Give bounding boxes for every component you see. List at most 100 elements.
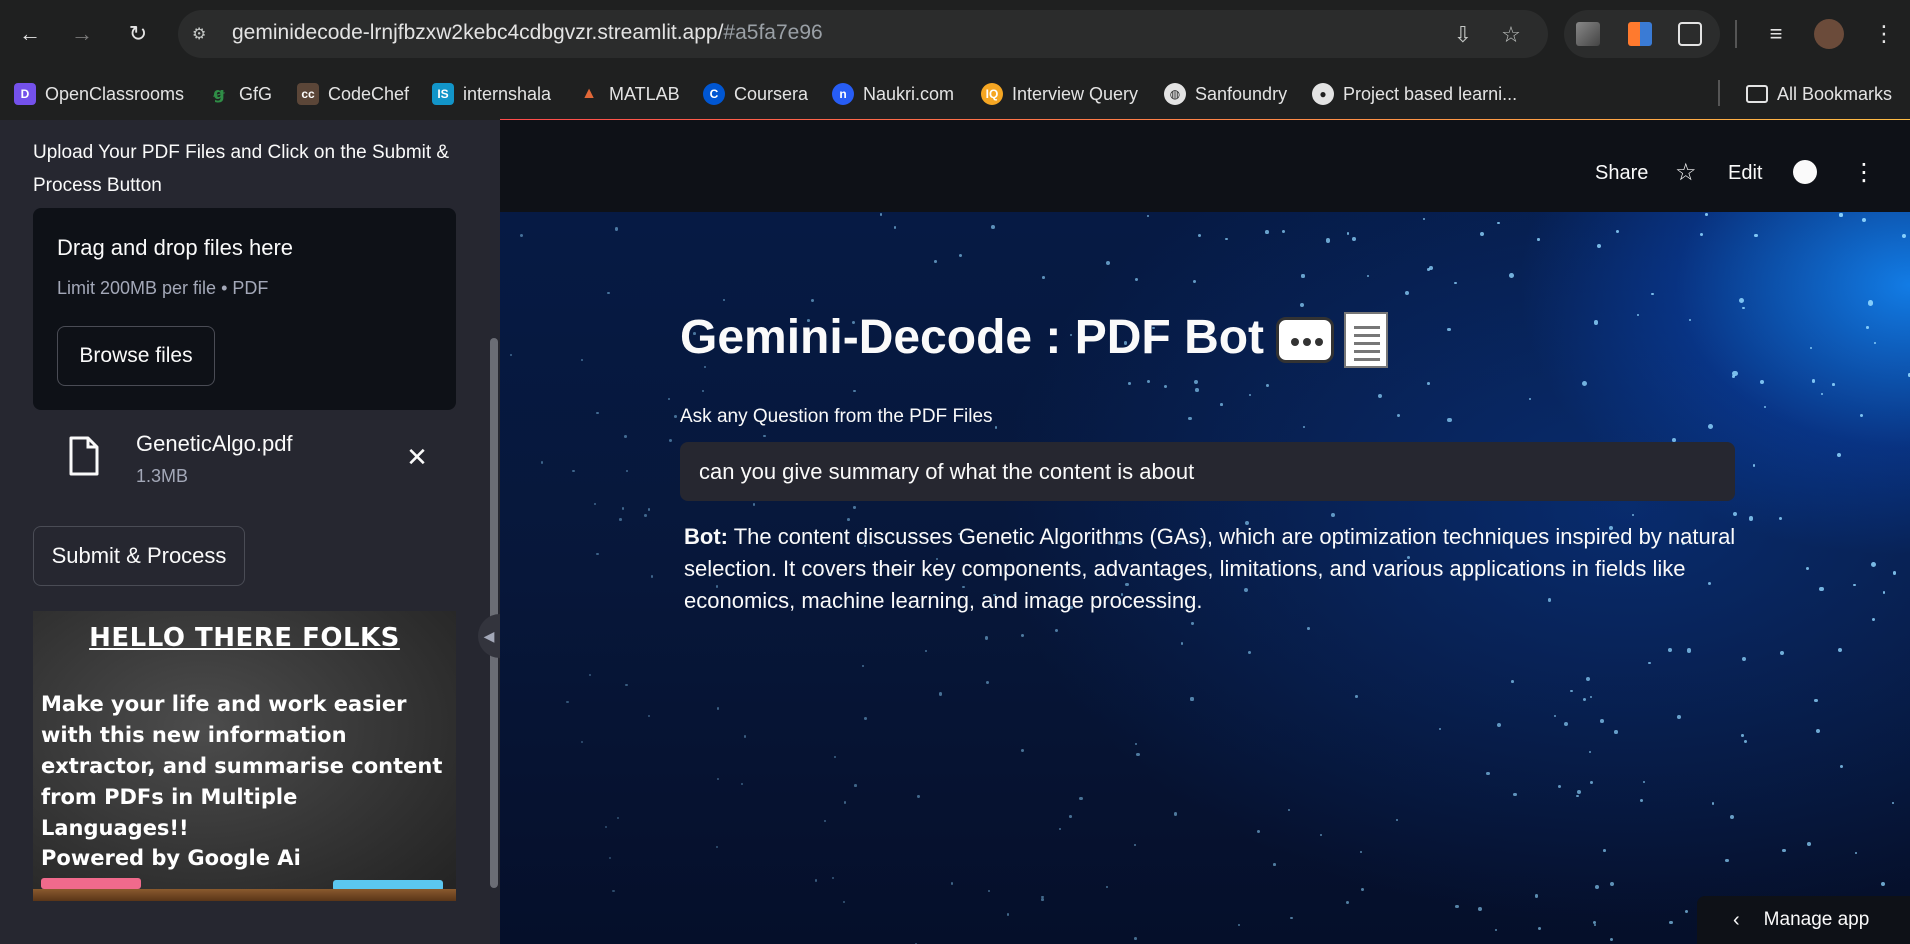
particle-dot	[1479, 231, 1485, 237]
extensions-puzzle-icon[interactable]	[1678, 22, 1702, 46]
particle-dot	[1287, 808, 1291, 812]
particle-dot	[1273, 863, 1276, 866]
extension-icon[interactable]	[1576, 22, 1600, 46]
url-hash: #a5fa7e96	[723, 21, 823, 44]
bookmark-codechef[interactable]: cc CodeChef	[297, 82, 409, 106]
particle-dot	[843, 801, 847, 804]
reload-icon[interactable]: ↻	[122, 18, 154, 50]
particle-dot	[1742, 306, 1745, 310]
bookmark-label: Sanfoundry	[1195, 83, 1288, 104]
particle-dot	[616, 816, 620, 819]
particle-dot	[752, 503, 756, 507]
particle-dot	[1871, 562, 1877, 568]
profile-avatar[interactable]	[1814, 19, 1844, 49]
media-controls-icon[interactable]: ≡	[1760, 18, 1792, 50]
particle-dot	[1054, 628, 1059, 633]
bookmark-interview-query[interactable]: IQ Interview Query	[981, 82, 1138, 106]
particle-dot	[1820, 392, 1823, 396]
particle-dot	[1134, 936, 1137, 940]
bookmark-label: Project based learni...	[1343, 83, 1518, 104]
extension-icon[interactable]	[1628, 22, 1652, 46]
bookmark-internshala[interactable]: IS internshala	[432, 82, 551, 106]
particle-dot	[1163, 384, 1167, 388]
submit-process-button[interactable]: Submit & Process	[33, 526, 245, 586]
share-button[interactable]: Share	[1595, 162, 1648, 185]
banner-powered-by: Powered by Google Ai	[41, 846, 301, 870]
particle-dot	[1588, 751, 1591, 754]
particle-dot	[1853, 583, 1856, 587]
github-icon[interactable]	[1793, 160, 1817, 184]
install-app-icon[interactable]: ⇩	[1450, 22, 1476, 48]
bookmark-star-icon[interactable]: ☆	[1498, 22, 1524, 48]
edit-button[interactable]: Edit	[1728, 162, 1762, 185]
particle-dot	[1779, 650, 1785, 656]
file-dropzone[interactable]: Drag and drop files here Limit 200MB per…	[33, 208, 456, 410]
manage-app-button[interactable]: ‹ Manage app	[1697, 896, 1910, 944]
interview-query-icon: IQ	[981, 83, 1003, 105]
bookmark-openclassrooms[interactable]: D OpenClassrooms	[14, 82, 184, 106]
particle-dot	[1614, 730, 1618, 734]
browser-menu-icon[interactable]: ⋮	[1868, 18, 1900, 50]
particle-dot	[619, 518, 622, 521]
particle-dot	[917, 795, 920, 798]
particle-dot	[1281, 229, 1285, 233]
app-menu-icon[interactable]: ⋮	[1852, 158, 1876, 187]
particle-dot	[1732, 375, 1735, 379]
bookmark-gfg[interactable]: ꞡ GfG	[208, 82, 272, 106]
dropzone-limit: Limit 200MB per file • PDF	[57, 278, 269, 298]
uploaded-file-size: 1.3MB	[136, 466, 189, 486]
particle-dot	[1405, 290, 1409, 295]
site-settings-icon[interactable]: ⚙	[192, 24, 216, 44]
particle-dot	[607, 292, 610, 295]
forward-arrow-icon[interactable]: →	[66, 18, 98, 50]
particle-dot	[1639, 799, 1643, 803]
particle-dot	[1676, 714, 1681, 719]
particle-dot	[854, 783, 857, 787]
particle-dot	[1553, 714, 1556, 717]
remove-file-close-icon[interactable]: ✕	[404, 442, 430, 473]
particle-dot	[608, 856, 611, 859]
bookmark-project-based-learning[interactable]: ● Project based learni...	[1312, 82, 1517, 106]
particle-dot	[1247, 650, 1251, 654]
particle-dot	[1576, 794, 1579, 797]
particle-dot	[1128, 382, 1132, 385]
collapse-sidebar-icon[interactable]: ◀	[478, 614, 500, 658]
particle-dot	[934, 260, 938, 264]
bookmark-sanfoundry[interactable]: ◍ Sanfoundry	[1164, 82, 1287, 106]
particle-dot	[1893, 571, 1897, 575]
particle-dot	[1610, 937, 1614, 941]
page-document-icon	[1344, 312, 1389, 369]
back-arrow-icon[interactable]: ←	[14, 18, 46, 50]
bookmark-label: Interview Query	[1012, 83, 1139, 104]
openclassrooms-icon: D	[14, 83, 36, 105]
bookmark-label: CodeChef	[328, 83, 410, 104]
particle-dot	[1146, 214, 1149, 217]
browse-files-button[interactable]: Browse files	[57, 326, 215, 386]
particle-dot	[716, 777, 719, 780]
particle-dot	[1447, 417, 1453, 423]
sidebar-scrollbar[interactable]	[490, 338, 498, 888]
bot-answer-text: The content discusses Genetic Algorithms…	[684, 524, 1736, 613]
url-text[interactable]: geminidecode-lrnjfbzxw2kebc4cdbgvzr.stre…	[232, 21, 823, 45]
particle-dot	[1135, 742, 1138, 745]
bookmark-naukri[interactable]: n Naukri.com	[832, 82, 954, 106]
particle-dot	[1882, 591, 1886, 594]
all-bookmarks[interactable]: All Bookmarks	[1746, 82, 1892, 106]
particle-dot	[702, 389, 705, 393]
star-icon[interactable]: ☆	[1675, 158, 1697, 187]
particle-dot	[596, 552, 599, 556]
file-icon	[69, 436, 99, 476]
particle-dot	[1020, 748, 1024, 752]
particle-dot	[717, 707, 720, 710]
bookmark-matlab[interactable]: ▲ MATLAB	[578, 82, 680, 106]
particle-dot	[831, 876, 834, 879]
question-input[interactable]	[680, 442, 1735, 501]
particle-dot	[1455, 904, 1459, 909]
particle-dot	[1763, 405, 1767, 409]
bookmark-coursera[interactable]: C Coursera	[703, 82, 808, 106]
particle-dot	[853, 389, 856, 392]
bookmark-label: Naukri.com	[863, 83, 955, 104]
particle-dot	[580, 740, 584, 743]
particle-dot	[1616, 229, 1620, 233]
address-bar[interactable]: ⚙ geminidecode-lrnjfbzxw2kebc4cdbgvzr.st…	[178, 10, 1548, 58]
